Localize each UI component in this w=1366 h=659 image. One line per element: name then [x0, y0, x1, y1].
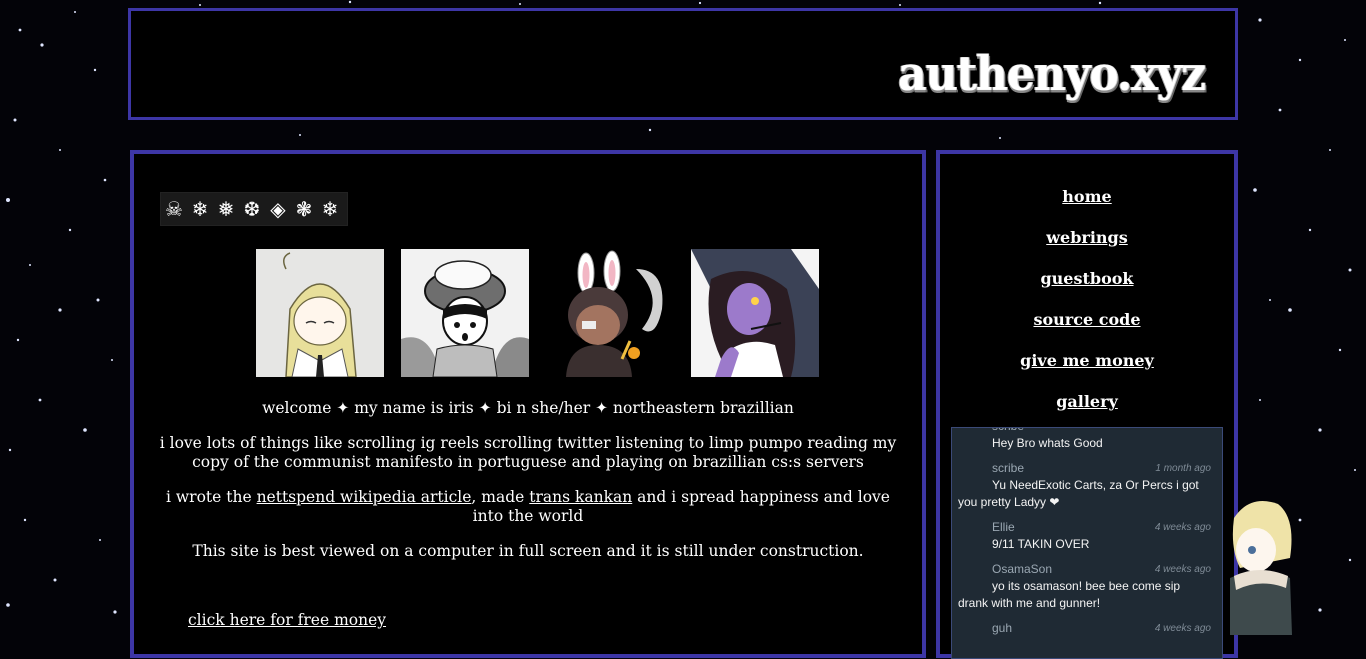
guestbook-entry: guh 4 weeks ago	[952, 620, 1222, 637]
nav-webrings-link[interactable]: webrings	[940, 227, 1234, 248]
snowflake-icon: ❆	[243, 197, 261, 221]
avatar-blonde-girl	[256, 249, 384, 377]
snowflake-icon: ❅	[217, 197, 235, 221]
avatar-bunny-girl	[546, 249, 674, 377]
avatar-purple-character	[691, 249, 819, 377]
nav-guestbook-link[interactable]: guestbook	[940, 268, 1234, 289]
site-notice: This site is best viewed on a computer i…	[192, 542, 864, 560]
guestbook-entry-message: Yu NeedExotic Carts, za Or Percs i got y…	[958, 478, 1199, 509]
wikipedia-article-link[interactable]: nettspend wikipedia article	[257, 488, 472, 506]
header-banner: authenyo.xyz	[128, 8, 1238, 120]
main-content-panel: ☠ ❄ ❅ ❆ ◈ ❃ ❄ welcome ✦ my name is iris …	[130, 150, 926, 658]
wrote-paragraph: i wrote the nettspend wikipedia article,…	[154, 488, 902, 526]
guestbook-entry-time: 1 month ago	[1155, 463, 1211, 474]
trans-kankan-link[interactable]: trans kankan	[529, 488, 632, 506]
likes-paragraph: i love lots of things like scrolling ig …	[159, 434, 897, 471]
guestbook-entry: scribe Hey Bro whats Good	[952, 428, 1222, 460]
guestbook-entry-message: Hey Bro whats Good	[992, 436, 1103, 450]
nav-gallery-link[interactable]: gallery	[940, 391, 1234, 412]
nav-home-link[interactable]: home	[940, 186, 1234, 207]
guestbook-entry-time: 4 weeks ago	[1154, 564, 1211, 575]
snowflake-icon: ❄	[321, 197, 339, 221]
mascot-character-image	[1230, 501, 1292, 635]
guestbook-entry-time: 4 weeks ago	[1154, 522, 1211, 533]
sidebar-nav: home webrings guestbook source code give…	[940, 186, 1234, 432]
wrote-prefix: i wrote the	[166, 488, 257, 506]
made-text: , made	[471, 488, 530, 506]
welcome-line: welcome ✦ my name is iris ✦ bi n she/her…	[262, 399, 794, 417]
diamond-icon: ◈	[270, 197, 286, 221]
skull-icon: ☠	[165, 197, 183, 221]
sidebar-panel: home webrings guestbook source code give…	[936, 150, 1238, 659]
guestbook-entry-message: 9/11 TAKIN OVER	[992, 537, 1090, 551]
guestbook-entry-name: scribe	[958, 428, 1212, 435]
nav-give-money-link[interactable]: give me money	[940, 350, 1234, 371]
guestbook-entry: scribe 1 month ago Yu NeedExotic Carts, …	[952, 460, 1222, 519]
snowflake-icon: ❄	[191, 197, 209, 221]
guestbook-entry-time: 4 weeks ago	[1154, 623, 1211, 634]
snowflake-icon: ❃	[295, 197, 313, 221]
guestbook-entry: Ellie 4 weeks ago 9/11 TAKIN OVER	[952, 519, 1222, 561]
nav-source-code-link[interactable]: source code	[940, 309, 1234, 330]
guestbook-entry: OsamaSon 4 weeks ago yo its osamason! be…	[952, 561, 1222, 620]
avatar-helmet-character	[401, 249, 529, 377]
site-logo[interactable]: authenyo.xyz	[898, 47, 1206, 102]
guestbook-widget[interactable]: scribe Hey Bro whats Good scribe 1 month…	[951, 427, 1223, 659]
free-money-link[interactable]: click here for free money	[188, 611, 386, 629]
decorative-glyph-banner: ☠ ❄ ❅ ❆ ◈ ❃ ❄	[160, 192, 348, 226]
guestbook-entry-message: yo its osamason! bee bee come sip drank …	[958, 579, 1181, 610]
